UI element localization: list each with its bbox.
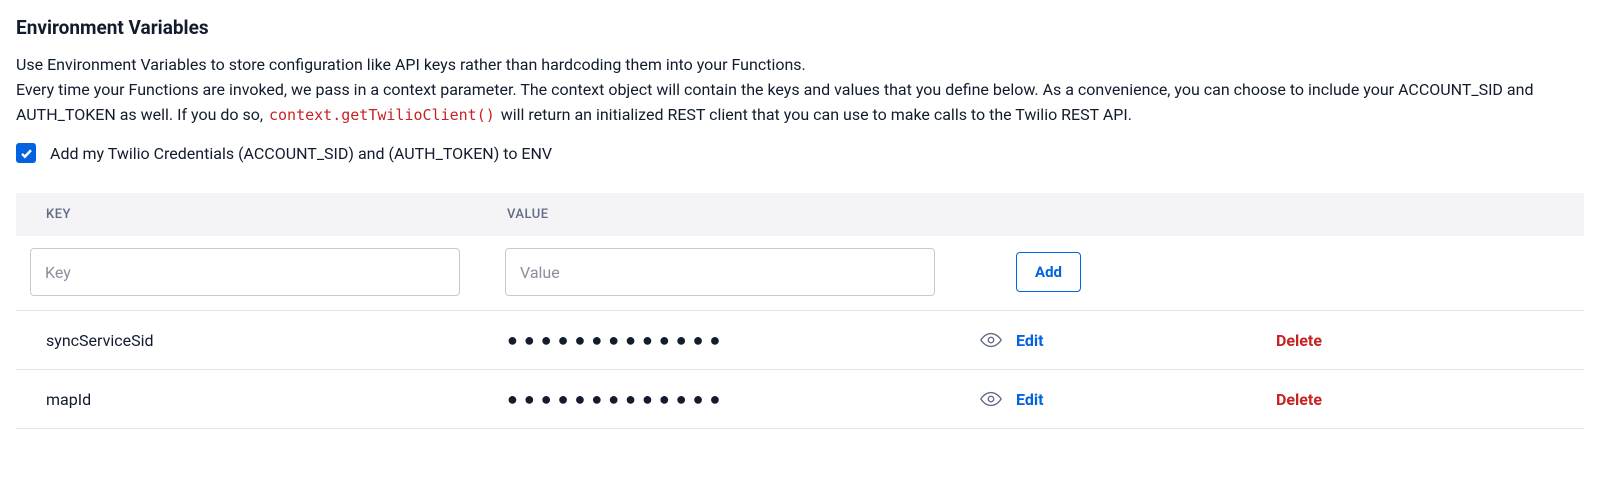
edit-button[interactable]: Edit	[1016, 331, 1044, 350]
credentials-checkbox-row: Add my Twilio Credentials (ACCOUNT_SID) …	[16, 143, 1584, 163]
delete-button[interactable]: Delete	[1276, 331, 1322, 350]
column-header-key: KEY	[16, 207, 491, 222]
var-value-masked: ●●●●●●●●●●●●●	[491, 389, 966, 410]
var-value-masked: ●●●●●●●●●●●●●	[491, 330, 966, 351]
var-key: mapId	[16, 390, 491, 409]
description-line1: Use Environment Variables to store confi…	[16, 55, 806, 74]
credentials-checkbox[interactable]	[16, 143, 36, 163]
column-header-value: VALUE	[491, 207, 966, 222]
section-description: Use Environment Variables to store confi…	[16, 53, 1576, 127]
table-header-row: KEY VALUE	[16, 193, 1584, 236]
edit-button[interactable]: Edit	[1016, 390, 1044, 409]
key-input[interactable]	[30, 248, 460, 296]
env-vars-table: KEY VALUE Add syncServiceSid ●●●●●●●●●●●…	[16, 193, 1584, 429]
check-icon	[20, 147, 33, 160]
eye-icon[interactable]	[966, 388, 1016, 410]
description-line2b: will return an initialized REST client t…	[501, 105, 1132, 124]
add-button[interactable]: Add	[1016, 252, 1081, 292]
value-input[interactable]	[505, 248, 935, 296]
inline-code: context.getTwilioClient()	[267, 106, 497, 124]
var-key: syncServiceSid	[16, 331, 491, 350]
eye-icon[interactable]	[966, 329, 1016, 351]
delete-button[interactable]: Delete	[1276, 390, 1322, 409]
table-row: mapId ●●●●●●●●●●●●● Edit Delete	[16, 370, 1584, 429]
table-row: syncServiceSid ●●●●●●●●●●●●● Edit Delete	[16, 311, 1584, 370]
credentials-checkbox-label[interactable]: Add my Twilio Credentials (ACCOUNT_SID) …	[50, 144, 552, 163]
new-var-input-row: Add	[16, 236, 1584, 311]
section-heading: Environment Variables	[16, 16, 1584, 39]
